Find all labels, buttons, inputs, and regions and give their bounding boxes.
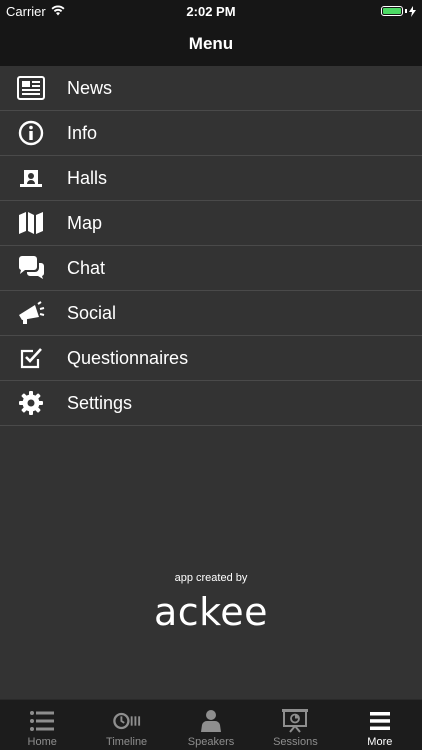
menu-list: News Info Halls Map Chat Social Question…	[0, 66, 422, 426]
hall-icon	[16, 163, 46, 193]
timeline-icon	[112, 708, 141, 734]
checkbox-icon	[16, 343, 46, 373]
wifi-icon	[51, 4, 65, 19]
menu-item-questionnaires[interactable]: Questionnaires	[0, 336, 422, 381]
tab-sessions[interactable]: Sessions	[253, 700, 337, 750]
menu-item-label: Chat	[67, 257, 106, 278]
newspaper-icon	[16, 73, 46, 103]
tab-bar: Home Timeline Speakers Sessions More	[0, 699, 422, 750]
chat-bubbles-icon	[16, 253, 46, 283]
menu-item-chat[interactable]: Chat	[0, 246, 422, 291]
page-title: Menu	[188, 34, 234, 53]
megaphone-icon	[16, 298, 46, 328]
nav-bar: Menu	[0, 22, 422, 66]
menu-item-halls[interactable]: Halls	[0, 156, 422, 201]
tab-label: Sessions	[273, 736, 318, 748]
status-left: Carrier	[6, 4, 65, 19]
presentation-icon	[281, 708, 309, 734]
menu-item-label: Settings	[67, 392, 133, 413]
battery-icon	[381, 5, 416, 17]
menu-item-news[interactable]: News	[0, 66, 422, 111]
menu-item-label: Info	[67, 122, 98, 143]
map-icon	[16, 208, 46, 238]
gear-icon	[16, 388, 46, 418]
tab-timeline[interactable]: Timeline	[84, 700, 168, 750]
menu-item-label: Questionnaires	[67, 347, 189, 368]
menu-item-settings[interactable]: Settings	[0, 381, 422, 426]
menu-item-social[interactable]: Social	[0, 291, 422, 336]
menu-item-label: Social	[67, 302, 117, 323]
tab-label: Home	[27, 736, 57, 748]
menu-item-label: News	[67, 77, 113, 98]
menu-item-label: Halls	[67, 167, 108, 188]
info-icon	[16, 118, 46, 148]
tab-speakers[interactable]: Speakers	[169, 700, 253, 750]
tab-label: Speakers	[187, 736, 235, 748]
list-icon	[28, 708, 56, 734]
tab-label: More	[367, 736, 393, 748]
menu-item-info[interactable]: Info	[0, 111, 422, 156]
hamburger-icon	[366, 708, 394, 734]
tab-label: Timeline	[106, 736, 148, 748]
menu-item-label: Map	[67, 212, 103, 233]
status-bar: Carrier 2:02 PM	[0, 0, 422, 22]
speaker-person-icon	[197, 708, 225, 734]
credits: app created by ackee	[0, 572, 422, 634]
charging-bolt-icon	[409, 5, 416, 17]
ackee-logo: ackee	[153, 590, 269, 634]
menu-item-map[interactable]: Map	[0, 201, 422, 246]
tab-more[interactable]: More	[338, 700, 422, 750]
tab-home[interactable]: Home	[0, 700, 84, 750]
credits-caption: app created by	[174, 572, 248, 584]
carrier-label: Carrier	[6, 3, 46, 19]
